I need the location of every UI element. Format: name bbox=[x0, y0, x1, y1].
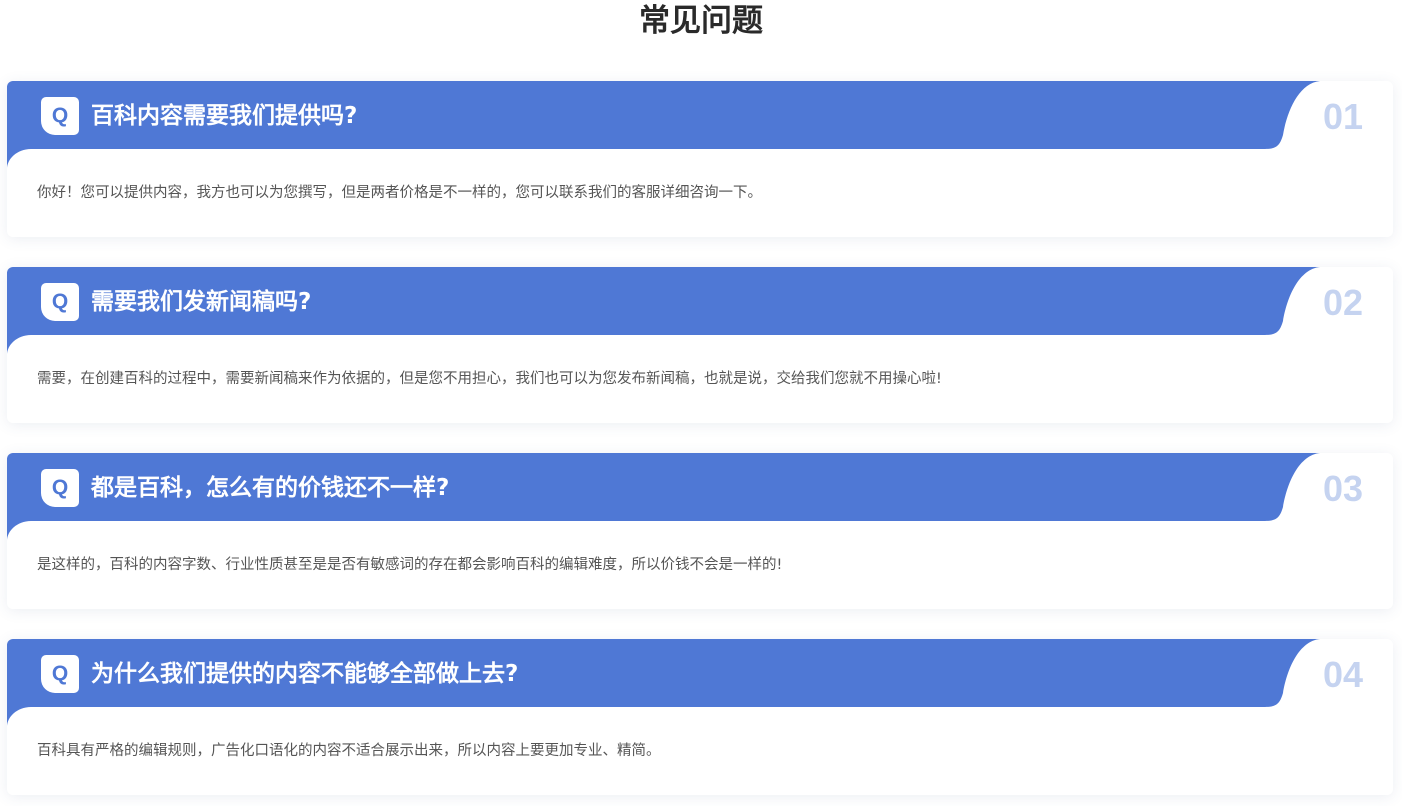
faq-header[interactable]: Q 为什么我们提供的内容不能够全部做上去? 04 bbox=[7, 639, 1393, 727]
q-badge-icon: Q bbox=[41, 283, 79, 321]
faq-answer: 需要，在创建百科的过程中，需要新闻稿来作为依据的，但是您不用担心，我们也可以为您… bbox=[37, 371, 942, 387]
faq-header[interactable]: Q 都是百科，怎么有的价钱还不一样? 03 bbox=[7, 453, 1393, 541]
faq-list: Q 百科内容需要我们提供吗? 01 你好！您可以提供内容，我方也可以为您撰写，但… bbox=[7, 81, 1393, 795]
faq-number: 02 bbox=[1322, 282, 1363, 323]
faq-answer: 百科具有严格的编辑规则，广告化口语化的内容不适合展示出来，所以内容上要更加专业、… bbox=[37, 743, 661, 759]
faq-header[interactable]: Q 百科内容需要我们提供吗? 01 bbox=[7, 81, 1393, 169]
faq-number: 03 bbox=[1322, 468, 1363, 509]
faq-header[interactable]: Q 需要我们发新闻稿吗? 02 bbox=[7, 267, 1393, 355]
faq-answer: 你好！您可以提供内容，我方也可以为您撰写，但是两者价格是不一样的，您可以联系我们… bbox=[37, 185, 762, 201]
faq-item[interactable]: Q 为什么我们提供的内容不能够全部做上去? 04 百科具有严格的编辑规则，广告化… bbox=[7, 639, 1393, 795]
faq-answer: 是这样的，百科的内容字数、行业性质甚至是是否有敏感词的存在都会影响百科的编辑难度… bbox=[37, 557, 783, 573]
faq-item[interactable]: Q 都是百科，怎么有的价钱还不一样? 03 是这样的，百科的内容字数、行业性质甚… bbox=[7, 453, 1393, 609]
faq-question[interactable]: 都是百科，怎么有的价钱还不一样? bbox=[91, 466, 449, 510]
faq-number: 04 bbox=[1322, 654, 1363, 695]
faq-item[interactable]: Q 需要我们发新闻稿吗? 02 需要，在创建百科的过程中，需要新闻稿来作为依据的… bbox=[7, 267, 1393, 423]
page-title: 常见问题 bbox=[639, 3, 763, 39]
q-badge-icon: Q bbox=[41, 655, 79, 693]
q-badge-icon: Q bbox=[41, 97, 79, 135]
faq-question[interactable]: 为什么我们提供的内容不能够全部做上去? bbox=[91, 652, 518, 696]
faq-question[interactable]: 百科内容需要我们提供吗? bbox=[91, 94, 357, 138]
faq-question[interactable]: 需要我们发新闻稿吗? bbox=[91, 280, 311, 324]
faq-number: 01 bbox=[1322, 96, 1363, 137]
faq-item[interactable]: Q 百科内容需要我们提供吗? 01 你好！您可以提供内容，我方也可以为您撰写，但… bbox=[7, 81, 1393, 237]
q-badge-icon: Q bbox=[41, 469, 79, 507]
